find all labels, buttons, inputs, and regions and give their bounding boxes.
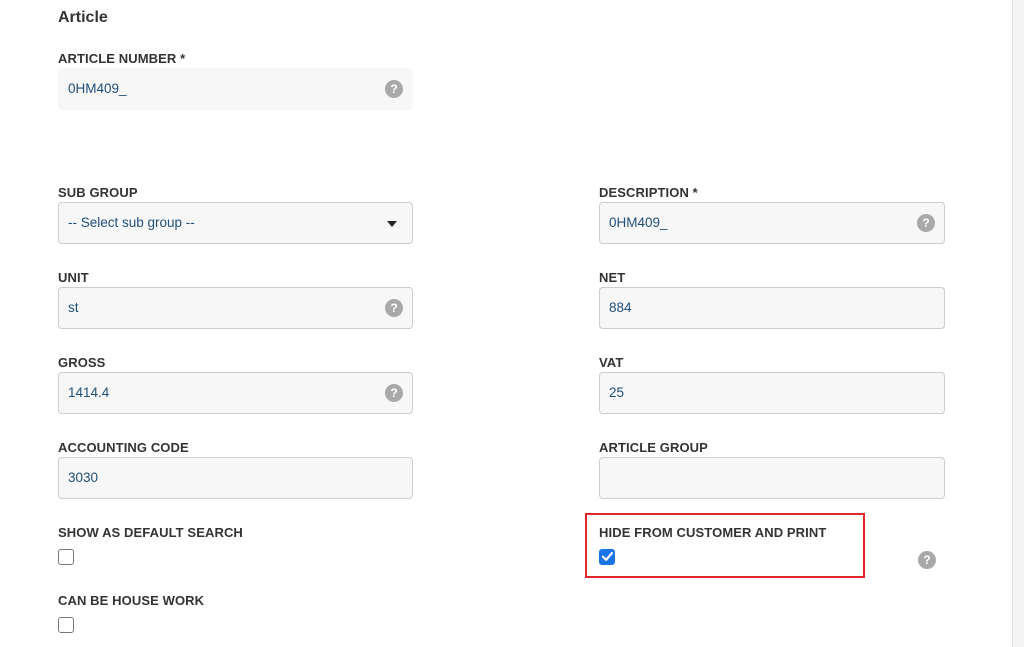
article-group-label: ARTICLE GROUP (599, 440, 708, 455)
accounting-code-field[interactable]: 3030 (58, 457, 413, 499)
scrollbar[interactable] (1012, 0, 1024, 647)
vat-label: VAT (599, 355, 624, 370)
vat-value: 25 (609, 385, 625, 400)
article-number-label: ARTICLE NUMBER * (58, 51, 186, 66)
can-be-house-work-checkbox[interactable] (58, 617, 74, 633)
sub-group-select[interactable]: -- Select sub group -- (58, 202, 413, 244)
unit-value: st (68, 300, 79, 315)
gross-value: 1414.4 (68, 385, 110, 400)
help-icon[interactable]: ? (385, 80, 403, 98)
description-field[interactable]: 0HM409_ ? (599, 202, 945, 244)
net-field[interactable]: 884 (599, 287, 945, 329)
show-as-default-search-checkbox[interactable] (58, 549, 74, 565)
accounting-code-label: ACCOUNTING CODE (58, 440, 189, 455)
description-label: DESCRIPTION * (599, 185, 698, 200)
article-group-field[interactable] (599, 457, 945, 499)
help-icon[interactable]: ? (385, 299, 403, 317)
vat-field[interactable]: 25 (599, 372, 945, 414)
description-value: 0HM409_ (609, 215, 668, 230)
section-title: Article (58, 9, 108, 26)
net-label: NET (599, 270, 626, 285)
highlight-box (585, 513, 865, 578)
unit-field[interactable]: st ? (58, 287, 413, 329)
sub-group-value: -- Select sub group -- (68, 215, 195, 230)
chevron-down-icon (387, 221, 397, 227)
sub-group-label: SUB GROUP (58, 185, 138, 200)
unit-label: UNIT (58, 270, 89, 285)
help-icon[interactable]: ? (918, 551, 936, 569)
show-as-default-search-label: SHOW AS DEFAULT SEARCH (58, 525, 243, 540)
hide-from-customer-label: HIDE FROM CUSTOMER AND PRINT (599, 525, 827, 540)
accounting-code-value: 3030 (68, 470, 99, 485)
article-number-field[interactable]: 0HM409_ ? (58, 68, 413, 110)
help-icon[interactable]: ? (385, 384, 403, 402)
gross-label: GROSS (58, 355, 106, 370)
net-value: 884 (609, 300, 632, 315)
checkmark-icon (601, 551, 614, 561)
hide-from-customer-checkbox[interactable] (599, 549, 615, 565)
article-number-value: 0HM409_ (68, 81, 127, 96)
help-icon[interactable]: ? (917, 214, 935, 232)
can-be-house-work-label: CAN BE HOUSE WORK (58, 593, 205, 608)
gross-field[interactable]: 1414.4 ? (58, 372, 413, 414)
